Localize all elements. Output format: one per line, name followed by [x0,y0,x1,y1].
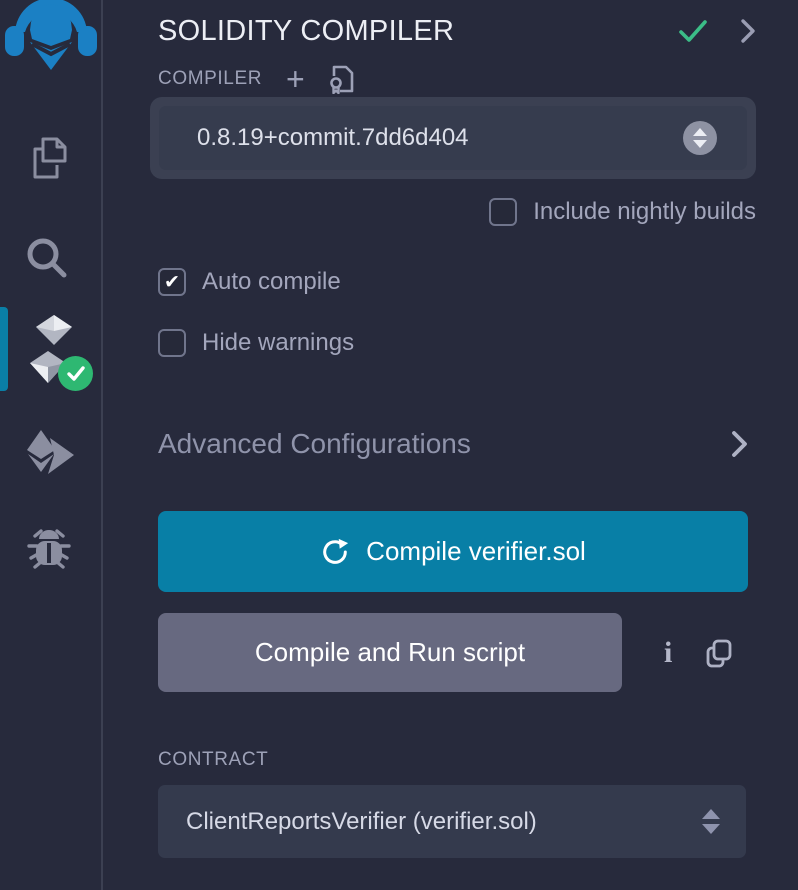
include-nightly-builds-checkbox[interactable] [489,198,517,226]
compiled-status-check-icon [678,19,708,43]
panel-header: SOLIDITY COMPILER [158,0,756,48]
advanced-chevron-icon [731,429,748,459]
panel-title: SOLIDITY COMPILER [158,15,454,48]
compile-button[interactable]: Compile verifier.sol [158,511,748,592]
compiler-version-value: 0.8.19+commit.7dd6d404 [197,124,469,152]
hide-warnings-row[interactable]: Hide warnings [158,329,756,357]
icon-sidebar [0,0,103,890]
compiler-section-label: COMPILER [158,68,262,90]
remix-logo[interactable] [1,0,101,70]
add-custom-compiler-icon[interactable]: + [286,66,305,92]
search-icon [24,235,70,281]
info-icon[interactable]: i [664,636,672,670]
collapse-panel-chevron-icon[interactable] [740,18,756,44]
hide-warnings-label: Hide warnings [202,329,354,357]
compile-run-row: Compile and Run script i [158,613,756,692]
auto-compile-label: Auto compile [202,268,341,296]
compiler-license-icon[interactable] [329,64,355,94]
compiler-version-select-inner: 0.8.19+commit.7dd6d404 [159,106,747,170]
compiler-version-select[interactable]: 0.8.19+commit.7dd6d404 [150,97,756,179]
select-spinner-icon [683,121,717,155]
active-plugin-indicator [0,307,8,391]
copy-icon[interactable] [705,638,733,668]
advanced-configurations-label: Advanced Configurations [158,428,471,460]
compile-success-badge [58,356,93,391]
files-icon [27,135,73,181]
auto-compile-checkbox[interactable] [158,268,186,296]
refresh-icon [320,537,350,567]
contract-select[interactable]: ClientReportsVerifier (verifier.sol) [158,785,746,858]
contract-section-label: CONTRACT [158,749,268,771]
compiler-label-row: COMPILER + [158,66,756,92]
auto-compile-row[interactable]: Auto compile [158,268,756,296]
include-nightly-builds-row[interactable]: Include nightly builds [158,198,756,226]
sidebar-item-deploy-run[interactable] [24,428,76,484]
sidebar-item-file-explorer[interactable] [27,135,73,181]
sidebar-item-search[interactable] [24,235,70,281]
contract-select-arrows-icon [702,809,720,834]
remix-ide-window: SOLIDITY COMPILER COMPILER + [0,0,798,890]
include-nightly-builds-label: Include nightly builds [533,198,756,226]
remix-logo-icon [1,0,101,70]
advanced-configurations-toggle[interactable]: Advanced Configurations [158,426,756,462]
badge-check-icon [66,365,86,383]
sidebar-item-debugger[interactable] [25,522,73,570]
bug-icon [25,522,73,570]
ethereum-icon [24,428,76,484]
contract-select-value: ClientReportsVerifier (verifier.sol) [186,808,537,836]
solidity-compiler-panel: SOLIDITY COMPILER COMPILER + [103,0,798,890]
sidebar-item-solidity-compiler[interactable] [0,305,103,393]
hide-warnings-checkbox[interactable] [158,329,186,357]
compile-and-run-script-button[interactable]: Compile and Run script [158,613,622,692]
compile-button-label: Compile verifier.sol [366,536,586,567]
